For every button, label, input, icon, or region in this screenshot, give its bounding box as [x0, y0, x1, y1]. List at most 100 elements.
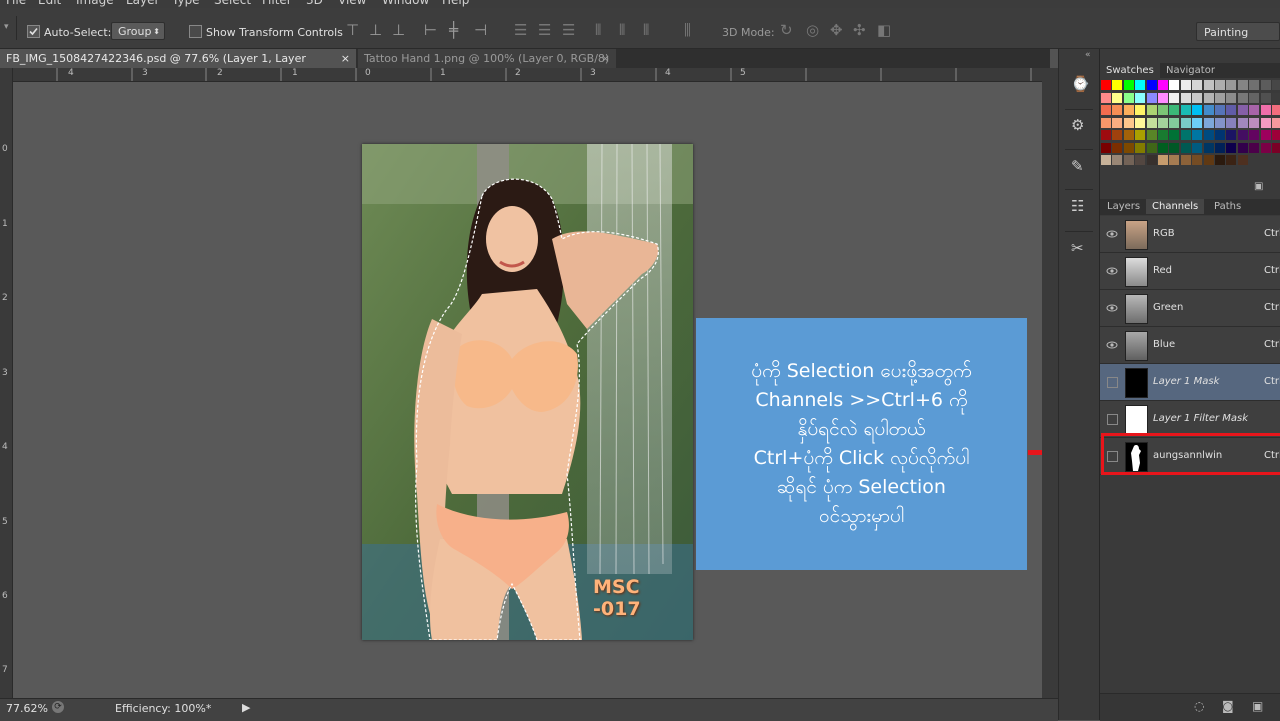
color-swatch[interactable]	[1249, 105, 1260, 115]
visibility-box[interactable]	[1107, 377, 1118, 388]
save-selection-icon[interactable]: ◙	[1222, 699, 1234, 713]
color-swatch[interactable]	[1101, 92, 1111, 103]
color-swatch[interactable]	[1203, 142, 1214, 153]
color-swatch[interactable]	[1158, 142, 1168, 153]
color-swatch[interactable]	[1237, 142, 1248, 153]
distribute-bottom-icon[interactable]: ☰	[562, 23, 575, 38]
color-swatch[interactable]	[1169, 155, 1180, 165]
align-top-icon[interactable]: ⊤	[346, 23, 359, 38]
panel-menu-icon[interactable]: ▣	[1254, 181, 1263, 192]
menu-window[interactable]: Window	[382, 0, 429, 8]
tab-active-document[interactable]: FB_IMG_1508427422346.psd @ 77.6% (Layer …	[0, 49, 356, 84]
3d-scale-icon[interactable]: ◧	[877, 23, 891, 38]
adjustments-icon[interactable]: ⚙	[1071, 116, 1084, 134]
color-swatch[interactable]	[1237, 92, 1248, 103]
color-swatch[interactable]	[1169, 142, 1180, 153]
properties-icon[interactable]: ☷	[1071, 197, 1084, 215]
color-swatch[interactable]	[1135, 130, 1146, 140]
color-swatch[interactable]	[1249, 80, 1260, 90]
color-swatch[interactable]	[1123, 142, 1134, 153]
color-swatch[interactable]	[1260, 130, 1271, 140]
color-swatch[interactable]	[1180, 105, 1191, 115]
color-swatch[interactable]	[1135, 142, 1146, 153]
menu-type[interactable]: Type	[172, 0, 200, 8]
align-bottom-icon[interactable]: ⊥	[392, 23, 405, 38]
menu-3d[interactable]: 3D	[306, 0, 323, 8]
color-swatch[interactable]	[1226, 80, 1237, 90]
color-swatch[interactable]	[1146, 142, 1157, 153]
brush-icon[interactable]: ✎	[1071, 157, 1084, 175]
color-swatch[interactable]	[1192, 130, 1203, 140]
color-swatch[interactable]	[1226, 142, 1237, 153]
color-swatch[interactable]	[1226, 130, 1237, 140]
color-swatch[interactable]	[1237, 105, 1248, 115]
zoom-level[interactable]: 77.62%	[6, 702, 48, 715]
color-swatch[interactable]	[1101, 130, 1111, 140]
color-swatch[interactable]	[1169, 80, 1180, 90]
status-menu-arrow-icon[interactable]: ▶	[242, 701, 250, 714]
color-swatch[interactable]	[1180, 80, 1191, 90]
close-icon[interactable]: ×	[601, 49, 610, 68]
color-swatch[interactable]	[1203, 92, 1214, 103]
color-swatch[interactable]	[1203, 130, 1214, 140]
load-selection-icon[interactable]: ◌	[1194, 699, 1204, 713]
color-swatch[interactable]	[1123, 155, 1134, 165]
auto-align-icon[interactable]: ⫼	[684, 23, 691, 38]
auto-select-dropdown[interactable]: Group ⬍	[111, 22, 165, 40]
eye-icon[interactable]	[1106, 339, 1118, 351]
color-swatch[interactable]	[1158, 130, 1168, 140]
color-swatch[interactable]	[1123, 80, 1134, 90]
color-swatch[interactable]	[1158, 80, 1168, 90]
tab-paths[interactable]: Paths	[1208, 199, 1247, 214]
color-swatch[interactable]	[1260, 105, 1271, 115]
tool-presets-icon[interactable]: ✂	[1071, 239, 1084, 257]
color-swatch[interactable]	[1249, 142, 1260, 153]
menu-file[interactable]: File	[6, 0, 26, 8]
color-swatch[interactable]	[1146, 130, 1157, 140]
color-swatch[interactable]	[1101, 155, 1111, 165]
channel-row-blue[interactable]: Blue Ctrl	[1100, 327, 1280, 364]
color-swatch[interactable]	[1237, 80, 1248, 90]
color-swatch[interactable]	[1203, 80, 1214, 90]
color-swatch[interactable]	[1101, 80, 1111, 90]
color-swatch[interactable]	[1146, 117, 1157, 128]
distribute-hcenter-icon[interactable]: ⫴	[619, 23, 625, 38]
collapse-arrows-icon[interactable]: «	[1085, 50, 1091, 60]
eye-icon[interactable]	[1106, 302, 1118, 314]
color-swatch[interactable]	[1123, 130, 1134, 140]
color-swatch[interactable]	[1169, 105, 1180, 115]
align-vcenter-icon[interactable]: ⊥	[369, 23, 382, 38]
color-swatch[interactable]	[1237, 155, 1248, 165]
color-swatch[interactable]	[1146, 105, 1157, 115]
swatch-grid[interactable]	[1101, 80, 1280, 180]
distribute-vcenter-icon[interactable]: ☰	[538, 23, 551, 38]
color-swatch[interactable]	[1112, 92, 1123, 103]
color-swatch[interactable]	[1180, 142, 1191, 153]
menu-select[interactable]: Select	[214, 0, 251, 8]
color-swatch[interactable]	[1226, 105, 1237, 115]
color-swatch[interactable]	[1123, 105, 1134, 115]
3d-pan-icon[interactable]: ✥	[830, 23, 843, 38]
menu-layer[interactable]: Layer	[126, 0, 159, 8]
color-swatch[interactable]	[1260, 80, 1271, 90]
horizontal-ruler[interactable]: 4 3 2 1 0 1 2 3 4 5	[12, 68, 1042, 82]
color-swatch[interactable]	[1215, 117, 1225, 128]
workspace-dropdown[interactable]: Painting	[1196, 22, 1280, 41]
color-swatch[interactable]	[1203, 155, 1214, 165]
color-swatch[interactable]	[1215, 105, 1225, 115]
eye-icon[interactable]	[1106, 228, 1118, 240]
3d-rotate-icon[interactable]: ↻	[780, 23, 793, 38]
color-swatch[interactable]	[1237, 130, 1248, 140]
color-swatch[interactable]	[1215, 130, 1225, 140]
color-swatch[interactable]	[1123, 92, 1134, 103]
menu-filter[interactable]: Filter	[262, 0, 292, 8]
close-icon[interactable]: ×	[341, 49, 350, 68]
color-swatch[interactable]	[1192, 92, 1203, 103]
tab-tattoo-document[interactable]: Tattoo Hand 1.png @ 100% (Layer 0, RGB/8…	[358, 49, 616, 68]
history-icon[interactable]: ⌚	[1071, 75, 1090, 93]
color-swatch[interactable]	[1101, 142, 1111, 153]
color-swatch[interactable]	[1249, 92, 1260, 103]
color-swatch[interactable]	[1169, 117, 1180, 128]
color-swatch[interactable]	[1135, 155, 1146, 165]
color-swatch[interactable]	[1203, 117, 1214, 128]
